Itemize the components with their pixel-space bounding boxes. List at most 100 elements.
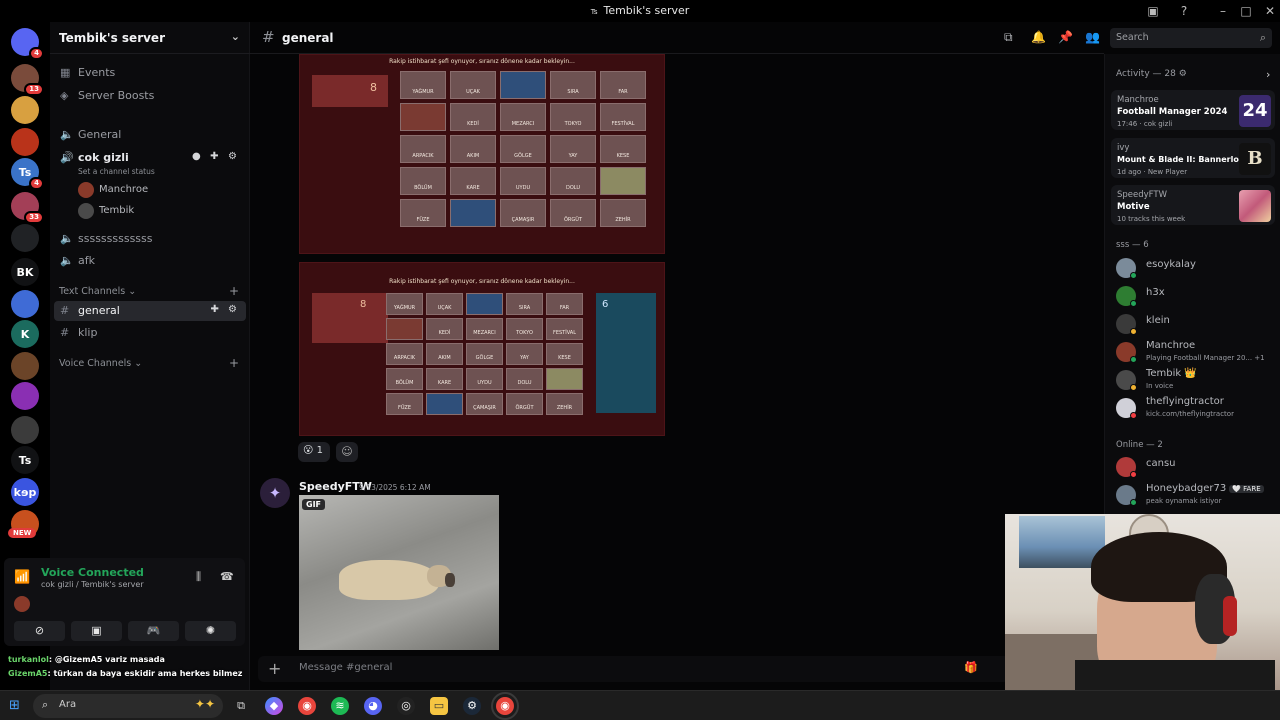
message-list[interactable]: Rakip istihbarat şefi oynuyor, sıranız d… [250,54,1104,650]
member-row[interactable]: Tembik 👑 In voice [1116,368,1276,392]
text-channel-general[interactable]: # general ✚ ⚙ [54,301,246,321]
word-card: BÖLÜM [400,167,446,195]
task-view-icon[interactable]: ⧉ [232,697,250,715]
member-row[interactable]: Honeybadger73 🤍 FARE peak oynamak istiyor [1116,483,1276,507]
server-header[interactable]: Tembik's server ⌄ [50,22,250,54]
voice-channel-afk[interactable]: 🔈 afk [54,251,246,271]
add-channel-icon[interactable]: + [229,284,239,298]
channel-status[interactable]: Set a channel status [78,167,155,176]
category-text-channels[interactable]: Text Channels ⌄ + [59,284,239,298]
server-icon-bk[interactable]: BK [11,258,39,286]
pin-icon[interactable]: 📌 [1058,30,1073,44]
activity-card[interactable]: Manchroe Football Manager 2024 17:46 · c… [1111,90,1275,130]
voice-channel-general[interactable]: 🔈 General [54,125,246,145]
threads-icon[interactable]: ⧉ [1004,30,1013,45]
add-reaction-icon[interactable]: ☺ [336,442,358,462]
discord-taskbar-icon[interactable]: ◕ [364,697,382,715]
spotify-icon[interactable]: ≋ [331,697,349,715]
text-channel-klip[interactable]: # klip [54,323,246,343]
server-icon-ts[interactable]: Ts [11,446,39,474]
close-icon[interactable]: ✕ [1262,3,1278,19]
word-card: GÖLGE [466,343,503,365]
copilot-icon[interactable]: ◆ [265,697,283,715]
server-icon[interactable] [11,290,39,318]
channel-tools[interactable]: ✚ ⚙ [210,304,240,315]
search-input[interactable]: Search ⌕ [1110,28,1272,48]
chrome-active-icon[interactable]: ◉ [491,692,519,720]
members-icon[interactable]: 👥 [1085,30,1100,44]
member-row[interactable]: theflyingtractor kick.com/theflyingtracto… [1116,396,1276,420]
server-icon-k[interactable]: K [11,320,39,348]
help-icon[interactable]: ? [1176,3,1192,19]
taskbar-search[interactable]: ⌕ Ara ✦✦ [33,694,223,718]
server-icon[interactable] [11,382,39,410]
hash-icon: # [60,326,70,339]
title-bar: Ts Tembik's server ▣ ? – □ ✕ [0,0,1280,22]
boosts-item[interactable]: ◈ Server Boosts [54,86,246,106]
message-composer[interactable]: + Message #general 🎁 [258,656,1010,682]
bell-icon[interactable]: 🔔 [1031,30,1046,44]
steam-icon[interactable]: ⚙ [463,697,481,715]
chevron-right-icon[interactable]: › [1266,68,1270,81]
noise-suppression-icon[interactable]: ⫼ [196,570,201,584]
member-row[interactable]: esoykalay [1116,256,1276,280]
avatar[interactable]: ✦ [260,478,290,508]
word-card: KARE [450,167,496,195]
obs-icon[interactable]: ◎ [397,697,415,715]
server-icon[interactable] [11,352,39,380]
inbox-icon[interactable]: ▣ [1145,3,1161,19]
events-item[interactable]: ▦ Events [54,63,246,83]
channel-tools[interactable]: ● ✚ ⚙ [192,151,240,162]
minimize-icon[interactable]: – [1215,3,1231,19]
gift-icon[interactable]: 🎁 [964,661,978,674]
activity-button[interactable]: 🎮 [128,621,179,641]
maximize-icon[interactable]: □ [1238,3,1254,19]
server-icon[interactable] [11,416,39,444]
voice-status[interactable]: Voice Connected [41,566,144,579]
member-row[interactable]: Manchroe Playing Football Manager 20... +… [1116,340,1276,364]
server-icon[interactable] [11,96,39,124]
activity-title[interactable]: Activity — 28 ⚙ › [1116,68,1270,81]
screen-share-button[interactable]: ▣ [71,621,122,641]
server-icon-ts[interactable]: Ts 4 [11,158,44,190]
avatar[interactable] [14,596,30,612]
message-timestamp: 9/13/2025 6:12 AM [359,483,431,492]
word-card: YAY [506,343,543,365]
disconnect-icon[interactable]: ☎ [220,570,234,583]
soundboard-button[interactable]: ✺ [185,621,236,641]
activity-card[interactable]: ivy Mount & Blade II: Bannerlord 1d ago … [1111,138,1275,178]
member-row[interactable]: h3x [1116,284,1276,308]
file-explorer-icon[interactable]: ▭ [430,697,448,715]
status-dot [1130,356,1137,363]
activity-card[interactable]: SpeedyFTW Motive 10 tracks this week [1111,185,1275,225]
game-screenshot-1[interactable]: Rakip istihbarat şefi oynuyor, sıranız d… [299,54,665,254]
voice-channel-cok-gizli[interactable]: 🔊 cok gizli ● ✚ ⚙ [54,148,246,168]
plus-icon[interactable]: + [268,659,281,678]
server-icon[interactable] [11,224,39,252]
word-card: UÇAK [426,293,463,315]
voice-user[interactable]: Tembik [78,203,134,221]
member-row[interactable]: cansu [1116,455,1276,479]
reaction-button[interactable]: 😮 1 [298,442,330,462]
voice-user[interactable]: Manchroe [78,182,148,200]
windows-start-icon[interactable]: ⊞ [9,698,20,713]
discord-app: Ts Tembik's server ▣ ? – □ ✕ 4 13 Ts 4 33 BK K T… [0,0,1280,720]
category-voice-channels[interactable]: Voice Channels ⌄ + [59,356,239,370]
server-icon[interactable] [11,128,39,156]
gif-attachment[interactable]: GIF [299,495,499,650]
chrome-icon[interactable]: ◉ [298,697,316,715]
member-row[interactable]: klein [1116,312,1276,336]
signal-icon[interactable]: 📶 [14,570,32,586]
server-icon[interactable]: 13 [11,64,44,96]
game-screenshot-2[interactable]: Rakip istihbarat şefi oynuyor, sıranız d… [299,262,665,436]
add-channel-icon[interactable]: + [229,356,239,370]
activity-meta: 1d ago · New Player [1117,168,1188,176]
server-icon-kɘp[interactable]: kɘp [11,478,39,506]
activity-title-text: Activity — 28 [1116,69,1176,79]
voice-channel-ss[interactable]: 🔈 sssssssssssss [54,229,246,249]
word-card: AKIM [426,343,463,365]
server-icon[interactable]: 4 [11,28,44,60]
camera-off-button[interactable]: ⊘ [14,621,65,641]
composer-placeholder: Message #general [299,662,393,673]
server-icon[interactable]: 33 [11,192,44,224]
